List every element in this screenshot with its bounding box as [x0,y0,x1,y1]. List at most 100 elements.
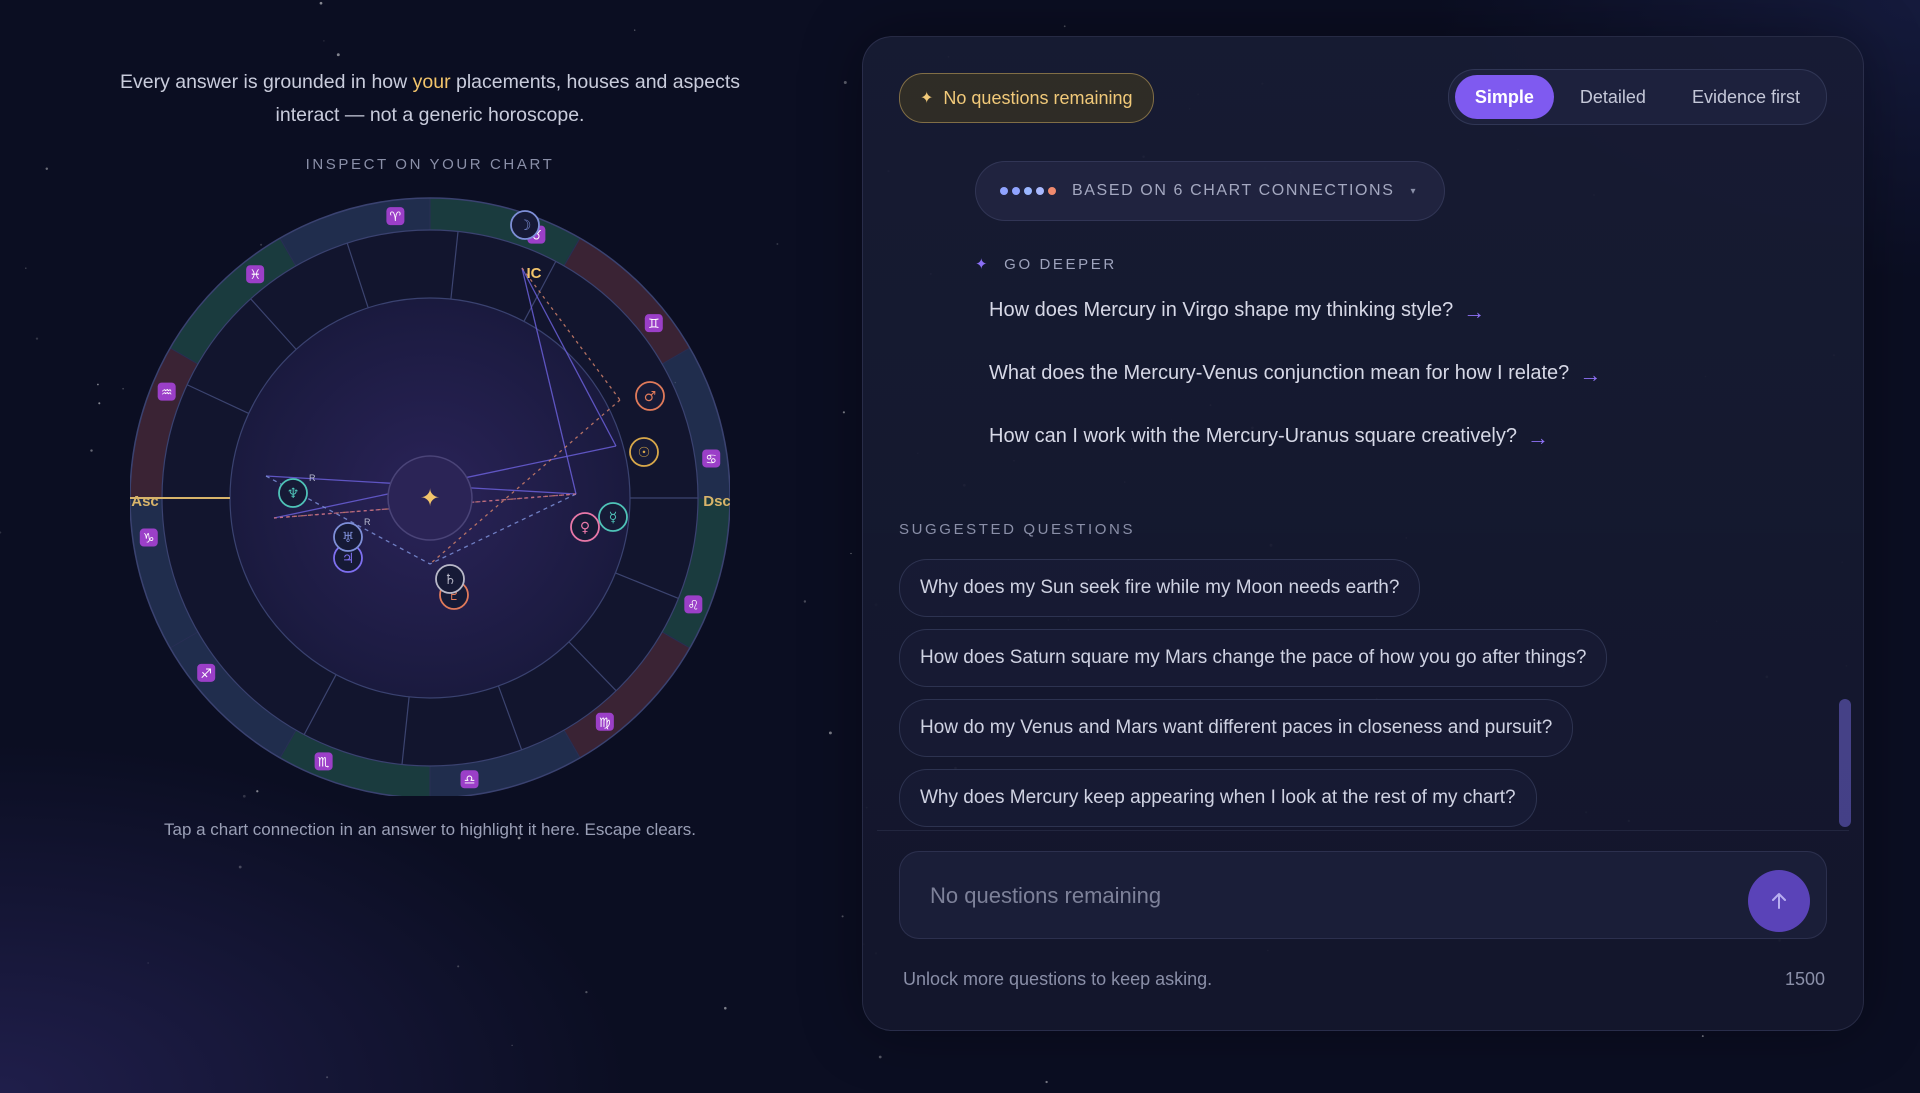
star-dot [0,531,2,534]
star-dot [585,990,588,994]
star-dot [850,552,852,555]
star-dot [326,1076,329,1079]
character-count: 1500 [1784,969,1825,989]
mercury-icon: ☿ [609,510,618,526]
chart-connections-label: BASED ON 6 CHART CONNECTIONS [1072,182,1395,199]
sign-glyph-icon: ♈ [390,210,402,225]
sign-glyph-icon: ♑ [143,532,155,547]
venus-icon: ♀ [580,520,590,536]
natal-chart-wheel[interactable]: ✦♈♉♊♋♌♍♎♏♐♑♒♓AscDscICMC♇♃☽♂☉☿♀♄♆R♅R [130,192,730,796]
four-point-star-icon: ✦ [420,484,440,512]
mars-icon: ♂ [644,389,657,405]
answer-mode-toggle: Simple Detailed Evidence first [1447,69,1827,125]
star-dot [511,1044,513,1047]
caret-down-icon: ▾ [1410,185,1416,197]
uranus-icon: ♅ [342,530,355,546]
star-dot [634,29,636,31]
connection-dot [1024,187,1032,195]
sign-glyph-icon: ♓ [249,268,261,283]
chart-caption: Tap a chart connection in an answer to h… [163,820,697,839]
connection-dots [1000,187,1056,195]
inspect-chart-label: INSPECT ON YOUR CHART [305,156,555,173]
arrow-right-icon: → [1463,299,1486,324]
intro-text: Every answer is grounded in how your pla… [119,71,741,126]
star-dot [1045,1080,1048,1084]
question-input-container [899,851,1827,940]
star-dot [319,1,323,5]
star-dot [98,402,101,405]
star-dot [1063,25,1066,28]
star-dot [776,243,779,245]
question-input[interactable] [928,852,1712,940]
mode-detailed-button[interactable]: Detailed [1560,75,1666,119]
intro-highlight: your [412,71,451,93]
sign-glyph-icon: ♎ [464,773,476,788]
sign-glyph-icon: ♋ [705,452,717,467]
star-dot [1701,1035,1704,1038]
sign-glyph-icon: ♊ [648,317,660,332]
asc-label: Asc [131,493,159,510]
suggested-question-chip[interactable]: How does Saturn square my Mars change th… [899,629,1608,687]
star-dot [803,600,807,603]
sign-glyph-icon: ♌ [687,598,699,613]
star-dot [843,81,847,84]
sparkle-icon: ✦ [920,90,934,107]
star-dot [238,865,242,869]
suggested-question-chip[interactable]: Why does Mercury keep appearing when I l… [899,769,1537,827]
star-dot [96,383,99,386]
suggested-question-chip[interactable]: Why does my Sun seek fire while my Moon … [899,559,1421,617]
dsc-label: Dsc [703,493,730,510]
sun-icon: ☉ [638,445,651,461]
star-dot [45,167,49,171]
moon-icon: ☽ [519,218,532,234]
go-deeper-question[interactable]: What does the Mercury-Venus conjunction … [989,362,1601,425]
suggested-question-chip[interactable]: How do my Venus and Mars want different … [899,699,1574,757]
saturn-icon: ♄ [444,572,457,588]
arrow-right-icon: → [1579,362,1602,387]
qa-panel: ✦ No questions remaining Simple Detailed… [862,36,1864,1031]
star-dot [878,1055,882,1059]
connection-dot [1036,187,1044,195]
mode-simple-button[interactable]: Simple [1454,75,1554,119]
star-dot [336,53,340,57]
star-dot [35,337,39,340]
star-dot [323,40,325,42]
questions-remaining-text: No questions remaining [943,87,1133,108]
divider [877,830,1849,831]
retrograde-marker: R [364,517,371,527]
star-dot [147,962,149,964]
star-dot [841,915,844,918]
connection-dot [1048,187,1056,195]
send-button[interactable] [1748,870,1810,932]
star-dot [25,267,27,269]
mode-evidence-first-button[interactable]: Evidence first [1672,75,1820,119]
neptune-icon: ♆ [287,486,300,502]
sign-glyph-icon: ♒ [161,386,173,401]
arrow-right-icon: → [1526,425,1549,450]
suggested-questions-heading: SUGGESTED QUESTIONS [899,521,1136,538]
suggested-questions-list: Why does my Sun seek fire while my Moon … [899,559,1608,839]
ic-label: IC [527,265,542,282]
sign-glyph-icon: ♍ [599,716,611,731]
go-deeper-list: How does Mercury in Virgo shape my think… [989,299,1601,488]
scrollbar-thumb[interactable] [1839,699,1851,827]
sign-glyph-icon: ♐ [200,667,212,682]
chart-connections-button[interactable]: BASED ON 6 CHART CONNECTIONS ▾ [975,161,1445,221]
star-dot [457,965,460,968]
sign-glyph-icon: ♏ [318,755,330,770]
star-dot [122,387,124,390]
retrograde-marker: R [309,473,316,483]
go-deeper-question[interactable]: How can I work with the Mercury-Uranus s… [989,425,1601,488]
jupiter-icon: ♃ [342,551,355,567]
star-dot [842,411,845,414]
connection-dot [1000,187,1008,195]
star-dot [828,731,832,735]
sparkle-icon: ✦ [975,256,991,273]
unlock-note: Unlock more questions to keep asking. [903,969,1213,989]
connection-dot [1012,187,1020,195]
go-deeper-question[interactable]: How does Mercury in Virgo shape my think… [989,299,1601,362]
go-deeper-heading: ✦ GO DEEPER [975,255,1117,274]
star-dot [724,1006,727,1010]
star-dot [90,449,93,452]
arrow-up-icon [1772,893,1786,909]
